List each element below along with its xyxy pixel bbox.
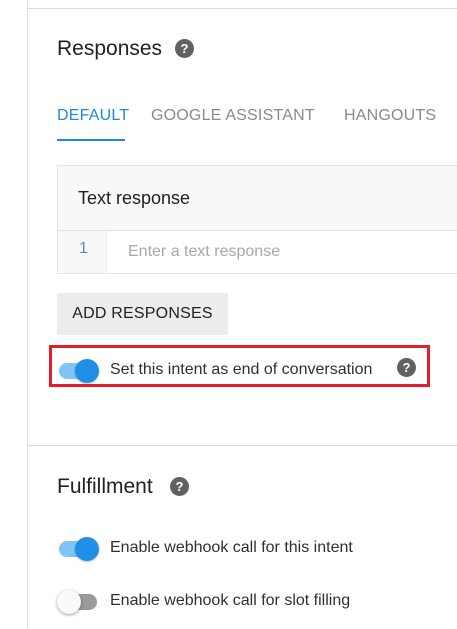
text-response-header: Text response <box>58 166 457 231</box>
slot-filling-toggle[interactable] <box>57 588 101 614</box>
text-response-input[interactable] <box>128 240 448 264</box>
webhook-call-toggle[interactable] <box>57 535 101 561</box>
toggle-knob <box>75 359 99 383</box>
responses-title: Responses <box>57 37 163 60</box>
end-conversation-toggle[interactable] <box>57 357 101 383</box>
top-divider <box>28 8 457 9</box>
webhook-call-label: Enable webhook call for this intent <box>110 539 353 556</box>
text-response-title: Text response <box>78 188 191 208</box>
section-divider <box>28 445 457 446</box>
row-number-cell: 1 <box>58 231 107 273</box>
active-tab-indicator <box>57 139 125 141</box>
end-conversation-label: Set this intent as end of conversation <box>110 361 373 378</box>
slot-filling-label: Enable webhook call for slot filling <box>110 592 351 609</box>
help-circle-icon[interactable]: ? <box>397 358 416 377</box>
row-number: 1 <box>79 240 88 257</box>
tab-google-assistant[interactable]: GOOGLE ASSISTANT <box>151 107 315 125</box>
tab-default[interactable]: DEFAULT <box>57 107 129 125</box>
add-responses-button[interactable]: ADD RESPONSES <box>57 293 228 335</box>
text-response-card: Text response 1 <box>57 165 457 274</box>
help-circle-icon[interactable]: ? <box>175 39 194 58</box>
help-circle-icon[interactable]: ? <box>170 477 189 496</box>
fulfillment-title: Fulfillment <box>57 475 153 498</box>
toggle-knob <box>57 590 81 614</box>
left-border <box>27 0 28 629</box>
toggle-knob <box>75 537 99 561</box>
tab-hangouts[interactable]: HANGOUTS <box>344 107 436 125</box>
